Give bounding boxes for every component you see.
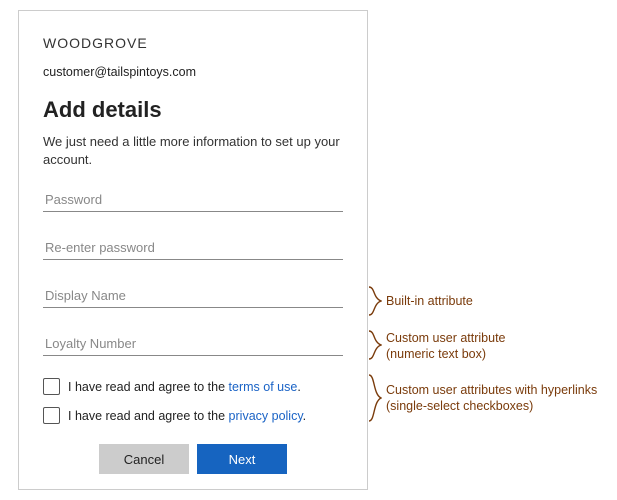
page-title: Add details <box>43 97 343 123</box>
brand-name: WOODGROVE <box>43 35 343 51</box>
annotation-line: Custom user attribute <box>386 331 506 345</box>
annotation-line: (numeric text box) <box>386 347 486 361</box>
terms-checkbox[interactable] <box>43 378 60 395</box>
button-row: Cancel Next <box>43 444 343 474</box>
loyalty-number-field[interactable] <box>43 330 343 356</box>
privacy-policy-link[interactable]: privacy policy <box>229 409 303 423</box>
consent-suffix: . <box>297 380 300 394</box>
annotation-custom-numeric: Custom user attribute (numeric text box) <box>386 330 506 363</box>
terms-consent-row: I have read and agree to the terms of us… <box>43 378 343 395</box>
annotation-line: (single-select checkboxes) <box>386 399 533 413</box>
brace-icon <box>368 286 382 316</box>
signup-panel: WOODGROVE customer@tailspintoys.com Add … <box>18 10 368 490</box>
terms-text: I have read and agree to the terms of us… <box>68 380 301 394</box>
reenter-password-field[interactable] <box>43 234 343 260</box>
brace-icon <box>368 374 382 422</box>
brace-icon <box>368 330 382 360</box>
annotation-line: Custom user attributes with hyperlinks <box>386 383 597 397</box>
page-subtext: We just need a little more information t… <box>43 133 343 168</box>
next-button[interactable]: Next <box>197 444 287 474</box>
consent-suffix: . <box>303 409 306 423</box>
privacy-text: I have read and agree to the privacy pol… <box>68 409 306 423</box>
user-email: customer@tailspintoys.com <box>43 65 343 79</box>
terms-of-use-link[interactable]: terms of use <box>229 380 298 394</box>
annotation-custom-hyperlinks: Custom user attributes with hyperlinks (… <box>386 382 597 415</box>
cancel-button[interactable]: Cancel <box>99 444 189 474</box>
privacy-checkbox[interactable] <box>43 407 60 424</box>
password-field[interactable] <box>43 186 343 212</box>
display-name-field[interactable] <box>43 282 343 308</box>
privacy-consent-row: I have read and agree to the privacy pol… <box>43 407 343 424</box>
consent-prefix: I have read and agree to the <box>68 380 229 394</box>
annotation-builtin: Built-in attribute <box>386 293 473 309</box>
consent-prefix: I have read and agree to the <box>68 409 229 423</box>
